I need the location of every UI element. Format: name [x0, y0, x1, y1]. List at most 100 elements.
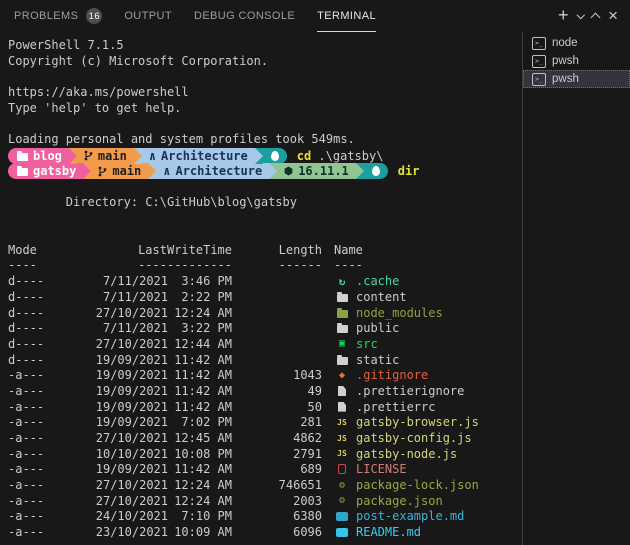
prompt-segment [263, 148, 287, 164]
listing-header-underline: --------------------------- [8, 258, 522, 274]
file-mode: -a--- [8, 478, 72, 492]
prompt-line: blogmain∧Architecturecd .\gatsby\ [8, 148, 522, 164]
file-icon-cell [334, 355, 350, 365]
file-date: 27/10/2021 [72, 306, 168, 320]
prompt-line: gatsbymain∧Architecture16.11.1dir [8, 164, 522, 180]
file-date: 19/09/2021 [72, 462, 168, 476]
file-name: gatsby-node.js [356, 447, 457, 461]
file-time: 10:09 AM [168, 525, 232, 539]
branch-icon [98, 166, 107, 177]
terminal-viewport[interactable]: PowerShell 7.1.5Copyright (c) Microsoft … [0, 32, 522, 545]
prompt-segment: main [77, 148, 134, 164]
file-name: README.md [356, 525, 421, 539]
file-icon-cell: JS [334, 434, 350, 443]
file-mode: -a--- [8, 400, 72, 414]
prompt-segment-label: gatsby [33, 164, 76, 178]
file-row: -a---19/09/20217:02 PM281JSgatsby-browse… [8, 415, 522, 431]
file-row: -a---24/10/20217:10 PM6380post-example.m… [8, 509, 522, 525]
terminal-list-item-label: pwsh [552, 73, 579, 85]
terminal-line [8, 226, 522, 242]
terminal-list-item-pwsh-2[interactable]: >_ pwsh [523, 70, 630, 88]
tab-output[interactable]: OUTPUT [124, 0, 172, 32]
file-row: -a---27/10/202112:45 AM4862JSgatsby-conf… [8, 430, 522, 446]
file-time: 11:42 AM [168, 400, 232, 414]
file-icon-cell: ⚙ [334, 480, 350, 491]
tab-terminal-label: TERMINAL [317, 10, 376, 22]
chevron-down-icon [576, 11, 584, 19]
powerline-separator-icon [69, 148, 77, 164]
file-length: 746651 [232, 478, 322, 492]
terminal-line: https://aka.ms/powershell [8, 85, 522, 101]
file-mode: -a--- [8, 462, 72, 476]
file-date: 19/09/2021 [72, 384, 168, 398]
terminal-list-item-node[interactable]: >_ node [523, 34, 630, 52]
file-name: public [356, 321, 399, 335]
file-time: 11:42 AM [168, 368, 232, 382]
file-row: -a---19/09/202111:42 AM50.prettierrc [8, 399, 522, 415]
file-mode: d---- [8, 321, 72, 335]
file-name: gatsby-browser.js [356, 415, 479, 429]
file-row: -a---27/10/202112:24 AM2003⚙package.json [8, 493, 522, 509]
file-time: 12:24 AM [168, 306, 232, 320]
terminal-list-item-label: pwsh [552, 55, 579, 67]
file-icon-cell: ▣ [334, 338, 350, 349]
file-row: -a---10/10/202110:08 PM2791JSgatsby-node… [8, 446, 522, 462]
file-date: 19/09/2021 [72, 368, 168, 382]
file-date: 10/10/2021 [72, 447, 168, 461]
file-length: 2003 [232, 494, 322, 508]
file-date: 27/10/2021 [72, 478, 168, 492]
prompt-segment-label: 16.11.1 [298, 164, 349, 178]
file-name: package-lock.json [356, 478, 479, 492]
prompt-segment-label: blog [33, 149, 62, 163]
file-mode: d---- [8, 353, 72, 367]
file-date: 7/11/2021 [72, 274, 168, 288]
file-row: d----7/11/20212:22 PMcontent [8, 289, 522, 305]
file-length: 689 [232, 462, 322, 476]
prompt-segment: blog [8, 148, 69, 164]
file-time: 11:42 AM [168, 384, 232, 398]
command-text: .\gatsby\ [311, 149, 383, 163]
underline-lastwritetime: ------------- [72, 258, 232, 272]
file-date: 24/10/2021 [72, 509, 168, 523]
file-time: 7:10 PM [168, 509, 232, 523]
prompt-segment: ∧Architecture [156, 163, 269, 179]
file-time: 12:45 AM [168, 431, 232, 445]
tab-debug-console[interactable]: DEBUG CONSOLE [194, 0, 295, 32]
file-icon-cell [334, 308, 350, 318]
file-date: 7/11/2021 [72, 290, 168, 304]
file-mode: -a--- [8, 384, 72, 398]
file-mode: d---- [8, 274, 72, 288]
tab-output-label: OUTPUT [124, 10, 172, 22]
terminal-line: PowerShell 7.1.5 [8, 38, 522, 54]
file-icon-cell [334, 386, 350, 396]
underline-mode: ---- [8, 258, 72, 272]
underline-name: ---- [334, 258, 363, 272]
json-icon: ⚙ [339, 495, 345, 506]
branch-icon [84, 150, 93, 161]
listing-header: ModeLastWriteTimeLengthName [8, 242, 522, 258]
file-length: 4862 [232, 431, 322, 445]
panel-tabs: PROBLEMS 16 OUTPUT DEBUG CONSOLE TERMINA… [0, 0, 376, 32]
terminal-list-item-pwsh-1[interactable]: >_ pwsh [523, 52, 630, 70]
close-panel-button[interactable]: × [608, 7, 618, 24]
prompt-segment-label: main [112, 164, 141, 178]
file-mode: -a--- [8, 415, 72, 429]
file-icon [338, 386, 346, 396]
launch-profile-button[interactable] [578, 15, 584, 18]
col-header-lastwritetime: LastWriteTime [72, 243, 232, 257]
file-row: -a---19/09/202111:42 AM49 .prettierignore [8, 383, 522, 399]
file-name: .cache [356, 274, 399, 288]
file-name: .prettierignore [356, 384, 464, 398]
file-date: 27/10/2021 [72, 431, 168, 445]
folder-icon [337, 357, 348, 365]
maximize-panel-button[interactable] [592, 11, 599, 21]
file-length: 49 [232, 384, 322, 398]
tab-problems[interactable]: PROBLEMS 16 [14, 0, 102, 32]
file-icon-cell [334, 292, 350, 302]
file-mode: d---- [8, 290, 72, 304]
file-mode: -a--- [8, 494, 72, 508]
new-terminal-button[interactable]: + [558, 6, 569, 24]
tab-terminal[interactable]: TERMINAL [317, 0, 376, 32]
terminal-line [8, 211, 522, 227]
folder-icon [17, 153, 28, 161]
